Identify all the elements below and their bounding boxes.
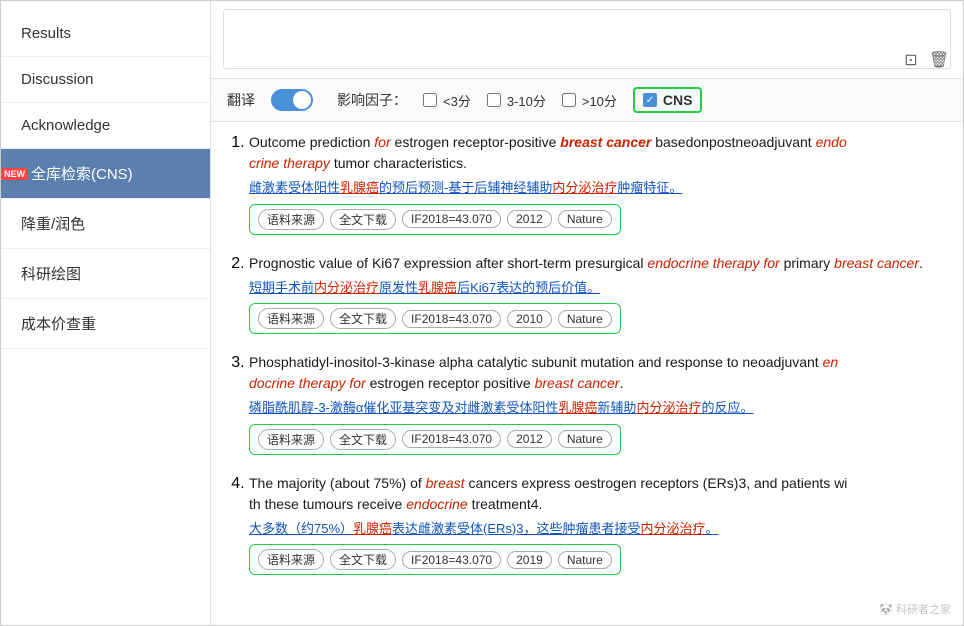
result-title-3: Phosphatidyl-inositol-3-kinase alpha cat… bbox=[249, 352, 947, 394]
filter-lt3-checkbox[interactable] bbox=[423, 93, 437, 107]
sidebar-item-results[interactable]: Results bbox=[1, 11, 210, 57]
sidebar-item-cost[interactable]: 成本价查重 bbox=[1, 299, 210, 349]
sidebar-item-reduce[interactable]: 降重/润色 bbox=[1, 199, 210, 249]
result-translation-3: 磷脂酰肌醇-3-激酶α催化亚基突变及对雌激素受体阳性乳腺癌新辅助内分泌治疗的反应… bbox=[249, 398, 947, 418]
sidebar-item-label: Discussion bbox=[21, 71, 94, 88]
tag-journal: Nature bbox=[558, 430, 612, 448]
filter-3-10-checkbox[interactable] bbox=[487, 93, 501, 107]
tag-source[interactable]: 语料来源 bbox=[258, 549, 324, 570]
delete-icon[interactable]: 🗑 bbox=[929, 50, 949, 70]
copy-icon[interactable]: ⊡ bbox=[901, 50, 921, 70]
sidebar-item-fullsearch[interactable]: NEW全库检索(CNS) bbox=[1, 149, 210, 199]
sidebar-item-discussion[interactable]: Discussion bbox=[1, 57, 210, 103]
result-title-1: Outcome prediction for estrogen receptor… bbox=[249, 132, 947, 174]
table-row: Outcome prediction for estrogen receptor… bbox=[249, 132, 947, 235]
search-textarea[interactable] bbox=[223, 9, 951, 69]
sidebar: Results Discussion Acknowledge NEW全库检索(CNS)… bbox=[1, 1, 211, 625]
tag-fulltext[interactable]: 全文下载 bbox=[330, 209, 396, 230]
sidebar-item-drawing[interactable]: 科研绘图 bbox=[1, 249, 210, 299]
tags-row-4: 语料来源 全文下载 IF2018=43.070 2019 Nature bbox=[249, 544, 621, 575]
sidebar-item-label: 全库检索(CNS) bbox=[31, 166, 133, 183]
filter-lt3-label: <3分 bbox=[443, 91, 471, 110]
filter-group-1: <3分 bbox=[423, 91, 471, 110]
tag-if: IF2018=43.070 bbox=[402, 210, 501, 228]
tags-row-1: 语料来源 全文下载 IF2018=43.070 2012 Nature bbox=[249, 204, 621, 235]
tag-year: 2012 bbox=[507, 210, 552, 228]
filter-group-3: >10分 bbox=[562, 91, 617, 110]
tags-row-2: 语料来源 全文下载 IF2018=43.070 2010 Nature bbox=[249, 303, 621, 334]
tag-source[interactable]: 语料来源 bbox=[258, 429, 324, 450]
result-translation-1: 雌激素受体阳性乳腺癌的预后预测-基于后辅神经辅助内分泌治疗肿瘤特征。 bbox=[249, 178, 947, 198]
sidebar-item-label: 降重/润色 bbox=[21, 216, 85, 233]
tags-row-3: 语料来源 全文下载 IF2018=43.070 2012 Nature bbox=[249, 424, 621, 455]
result-translation-4: 大多数（约75%）乳腺癌表达雌激素受体(ERs)3，这些肿瘤患者接受内分泌治疗。 bbox=[249, 519, 947, 539]
tag-source[interactable]: 语料来源 bbox=[258, 209, 324, 230]
tag-if: IF2018=43.070 bbox=[402, 310, 501, 328]
cns-filter[interactable]: ✓ CNS bbox=[633, 87, 703, 113]
sidebar-item-label: 成本价查重 bbox=[21, 316, 96, 333]
tag-fulltext[interactable]: 全文下载 bbox=[330, 549, 396, 570]
filter-gt10-checkbox[interactable] bbox=[562, 93, 576, 107]
sidebar-item-label: Acknowledge bbox=[21, 117, 110, 134]
translate-toggle[interactable] bbox=[271, 89, 313, 111]
result-title-2: Prognostic value of Ki67 expression afte… bbox=[249, 253, 947, 274]
impact-label: 影响因子： bbox=[337, 90, 407, 110]
sidebar-item-label: 科研绘图 bbox=[21, 266, 81, 283]
tag-year: 2019 bbox=[507, 551, 552, 569]
sidebar-item-acknowledge[interactable]: Acknowledge bbox=[1, 103, 210, 149]
tag-fulltext[interactable]: 全文下载 bbox=[330, 429, 396, 450]
tag-if: IF2018=43.070 bbox=[402, 430, 501, 448]
translate-label: 翻译 bbox=[227, 90, 255, 110]
result-translation-2: 短期手术前内分泌治疗原发性乳腺癌后Ki67表达的预后价值。 bbox=[249, 278, 947, 298]
tag-journal: Nature bbox=[558, 551, 612, 569]
table-row: Prognostic value of Ki67 expression afte… bbox=[249, 253, 947, 335]
table-row: Phosphatidyl-inositol-3-kinase alpha cat… bbox=[249, 352, 947, 455]
tag-year: 2010 bbox=[507, 310, 552, 328]
top-area: ⊡ 🗑 bbox=[211, 1, 963, 79]
result-title-4: The majority (about 75%) of breast cance… bbox=[249, 473, 947, 515]
new-badge: NEW bbox=[1, 168, 28, 180]
cns-checkbox[interactable]: ✓ bbox=[643, 93, 657, 107]
results-list: Outcome prediction for estrogen receptor… bbox=[227, 132, 947, 575]
sidebar-item-label: Results bbox=[21, 25, 71, 42]
results-wrapper: Outcome prediction for estrogen receptor… bbox=[211, 122, 963, 625]
tag-fulltext[interactable]: 全文下载 bbox=[330, 308, 396, 329]
tag-journal: Nature bbox=[558, 210, 612, 228]
table-row: The majority (about 75%) of breast cance… bbox=[249, 473, 947, 576]
results-area: Outcome prediction for estrogen receptor… bbox=[211, 122, 963, 625]
filter-bar: 翻译 影响因子： <3分 3-10分 >10分 ✓ CNS bbox=[211, 79, 963, 122]
filter-group-2: 3-10分 bbox=[487, 91, 546, 110]
tag-journal: Nature bbox=[558, 310, 612, 328]
filter-3-10-label: 3-10分 bbox=[507, 91, 546, 110]
tag-year: 2012 bbox=[507, 430, 552, 448]
cns-label: CNS bbox=[663, 92, 693, 108]
tag-source[interactable]: 语料来源 bbox=[258, 308, 324, 329]
main-content: ⊡ 🗑 翻译 影响因子： <3分 3-10分 >10分 ✓ CNS bbox=[211, 1, 963, 625]
filter-gt10-label: >10分 bbox=[582, 91, 617, 110]
tag-if: IF2018=43.070 bbox=[402, 551, 501, 569]
